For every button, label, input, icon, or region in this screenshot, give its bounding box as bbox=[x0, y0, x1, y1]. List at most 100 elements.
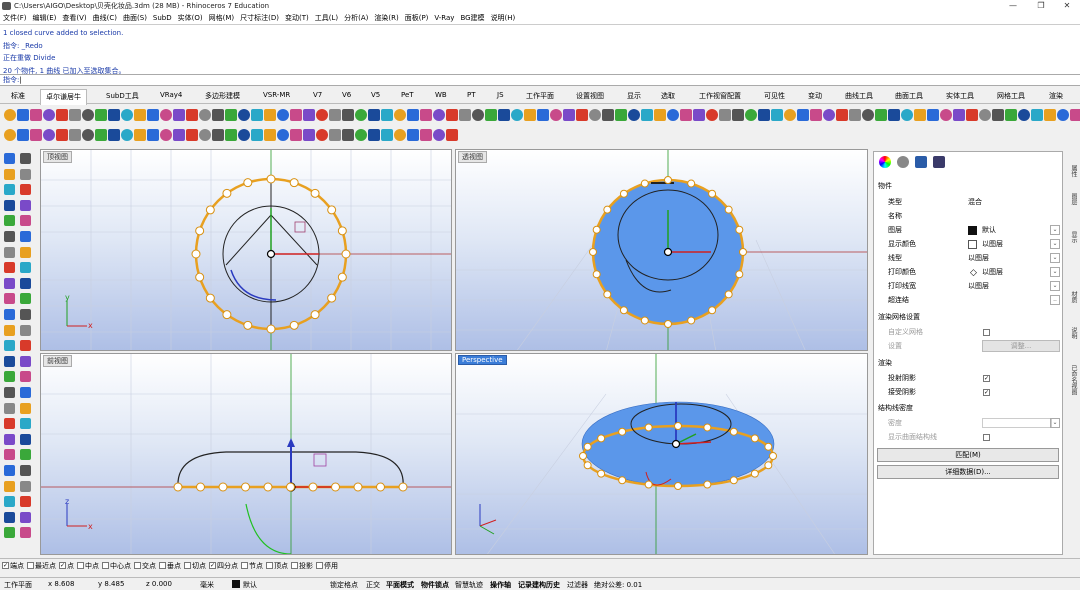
control-point[interactable] bbox=[703, 423, 712, 432]
tool-icon[interactable] bbox=[121, 129, 133, 141]
control-point[interactable] bbox=[196, 482, 205, 492]
chevron-down-icon[interactable]: ⌄ bbox=[1050, 418, 1060, 428]
custom-mesh-checkbox[interactable] bbox=[983, 328, 990, 336]
control-point[interactable] bbox=[266, 174, 276, 184]
menu-view[interactable]: 查看(V) bbox=[62, 13, 86, 23]
control-point[interactable] bbox=[739, 248, 747, 256]
tool-icon[interactable] bbox=[927, 109, 939, 121]
tab-zhuoer[interactable]: 卓尔谦居牛 bbox=[40, 89, 87, 105]
menu-solid[interactable]: 实体(O) bbox=[178, 13, 203, 23]
tool-icon[interactable] bbox=[225, 129, 237, 141]
tool-icon[interactable] bbox=[966, 109, 978, 121]
control-point[interactable] bbox=[597, 434, 606, 443]
tool-icon[interactable] bbox=[862, 109, 874, 121]
tool-icon[interactable] bbox=[394, 129, 406, 141]
control-point[interactable] bbox=[289, 320, 299, 330]
tool-icon[interactable] bbox=[20, 246, 31, 258]
tool-icon[interactable] bbox=[4, 355, 15, 367]
control-point[interactable] bbox=[243, 320, 253, 330]
tool-icon[interactable] bbox=[17, 129, 29, 141]
tool-icon[interactable] bbox=[602, 109, 614, 121]
osnap-vertex[interactable]: 顶点 bbox=[266, 561, 288, 571]
chevron-down-icon[interactable]: ⌄ bbox=[1050, 239, 1060, 249]
tool-icon[interactable] bbox=[20, 153, 31, 164]
osnap-end[interactable]: ✓ 端点 bbox=[2, 561, 24, 571]
tool-icon[interactable] bbox=[238, 109, 250, 121]
control-point[interactable] bbox=[618, 427, 627, 436]
density-input[interactable] bbox=[982, 418, 1052, 428]
tool-icon[interactable] bbox=[20, 402, 31, 414]
tool-icon[interactable] bbox=[4, 480, 15, 492]
chevron-down-icon[interactable]: ⌄ bbox=[1050, 253, 1060, 263]
tab-v5[interactable]: V5 bbox=[371, 91, 380, 99]
tool-icon[interactable] bbox=[4, 109, 16, 121]
tool-icon[interactable] bbox=[20, 449, 31, 461]
control-point[interactable] bbox=[243, 178, 253, 188]
control-point[interactable] bbox=[708, 306, 717, 315]
viewport-label-front[interactable]: 前视图 bbox=[43, 355, 72, 367]
material-icon[interactable] bbox=[897, 156, 909, 168]
close-button[interactable]: ✕ bbox=[1052, 0, 1080, 12]
control-point[interactable] bbox=[619, 189, 628, 198]
sidetab-help[interactable]: 说明 bbox=[1065, 327, 1078, 339]
cast-shadow-checkbox[interactable]: ✓ bbox=[983, 374, 990, 382]
tool-icon[interactable] bbox=[20, 511, 31, 523]
viewport-label-persp[interactable]: 透视图 bbox=[458, 151, 487, 163]
tab-standard[interactable]: 标准 bbox=[11, 91, 25, 101]
sidetab-display[interactable]: 显示 bbox=[1065, 231, 1078, 243]
control-point[interactable] bbox=[664, 176, 672, 184]
control-point[interactable] bbox=[687, 316, 696, 325]
tool-icon[interactable] bbox=[20, 480, 31, 492]
tool-icon[interactable] bbox=[836, 109, 848, 121]
tool-icon[interactable] bbox=[446, 129, 458, 141]
tab-display[interactable]: 显示 bbox=[627, 91, 641, 101]
tool-icon[interactable] bbox=[589, 109, 601, 121]
control-point[interactable] bbox=[218, 482, 228, 492]
tab-transform[interactable]: 变动 bbox=[808, 91, 822, 101]
tool-icon[interactable] bbox=[485, 109, 497, 121]
tool-icon[interactable] bbox=[4, 402, 15, 414]
tool-icon[interactable] bbox=[784, 109, 796, 121]
osnap-quad[interactable]: ✓ 四分点 bbox=[209, 561, 238, 571]
tool-icon[interactable] bbox=[264, 129, 276, 141]
tool-icon[interactable] bbox=[680, 109, 692, 121]
tab-subd-tools[interactable]: SubD工具 bbox=[106, 91, 139, 101]
control-point[interactable] bbox=[724, 290, 733, 299]
menu-edit[interactable]: 编辑(E) bbox=[33, 13, 57, 23]
prop-row-layer[interactable]: 图层 默认 ⌄ bbox=[888, 223, 1060, 237]
control-point[interactable] bbox=[398, 482, 408, 492]
control-point[interactable] bbox=[764, 461, 773, 470]
tool-icon[interactable] bbox=[901, 109, 913, 121]
control-point[interactable] bbox=[597, 469, 606, 478]
recv-shadow-checkbox[interactable]: ✓ bbox=[983, 388, 990, 396]
sidetab-properties[interactable]: 属性 bbox=[1065, 165, 1078, 177]
tool-icon[interactable] bbox=[4, 324, 15, 336]
control-point[interactable] bbox=[724, 205, 733, 214]
tool-icon[interactable] bbox=[147, 129, 159, 141]
control-point[interactable] bbox=[750, 469, 759, 478]
tool-icon[interactable] bbox=[20, 309, 31, 320]
tool-icon[interactable] bbox=[4, 168, 15, 180]
tool-icon[interactable] bbox=[20, 340, 31, 352]
tool-icon[interactable] bbox=[4, 371, 15, 383]
tool-icon[interactable] bbox=[277, 109, 289, 121]
control-point[interactable] bbox=[674, 482, 682, 490]
texture-icon[interactable] bbox=[933, 156, 945, 168]
tab-vsr[interactable]: VSR-MR bbox=[263, 91, 290, 99]
menu-file[interactable]: 文件(F) bbox=[3, 13, 27, 23]
tool-icon[interactable] bbox=[134, 109, 146, 121]
control-point[interactable] bbox=[222, 310, 232, 320]
control-point[interactable] bbox=[579, 452, 587, 460]
menu-panels[interactable]: 面板(P) bbox=[405, 13, 429, 23]
control-point[interactable] bbox=[703, 480, 712, 489]
tool-icon[interactable] bbox=[342, 109, 354, 121]
tool-icon[interactable] bbox=[1070, 109, 1080, 121]
tool-icon[interactable] bbox=[329, 129, 341, 141]
tab-pet[interactable]: PeT bbox=[401, 91, 414, 99]
tool-icon[interactable] bbox=[20, 215, 31, 227]
tool-icon[interactable] bbox=[407, 129, 419, 141]
tool-icon[interactable] bbox=[4, 449, 15, 461]
control-point[interactable] bbox=[735, 270, 744, 279]
tool-icon[interactable] bbox=[20, 496, 31, 508]
tool-icon[interactable] bbox=[381, 129, 393, 141]
